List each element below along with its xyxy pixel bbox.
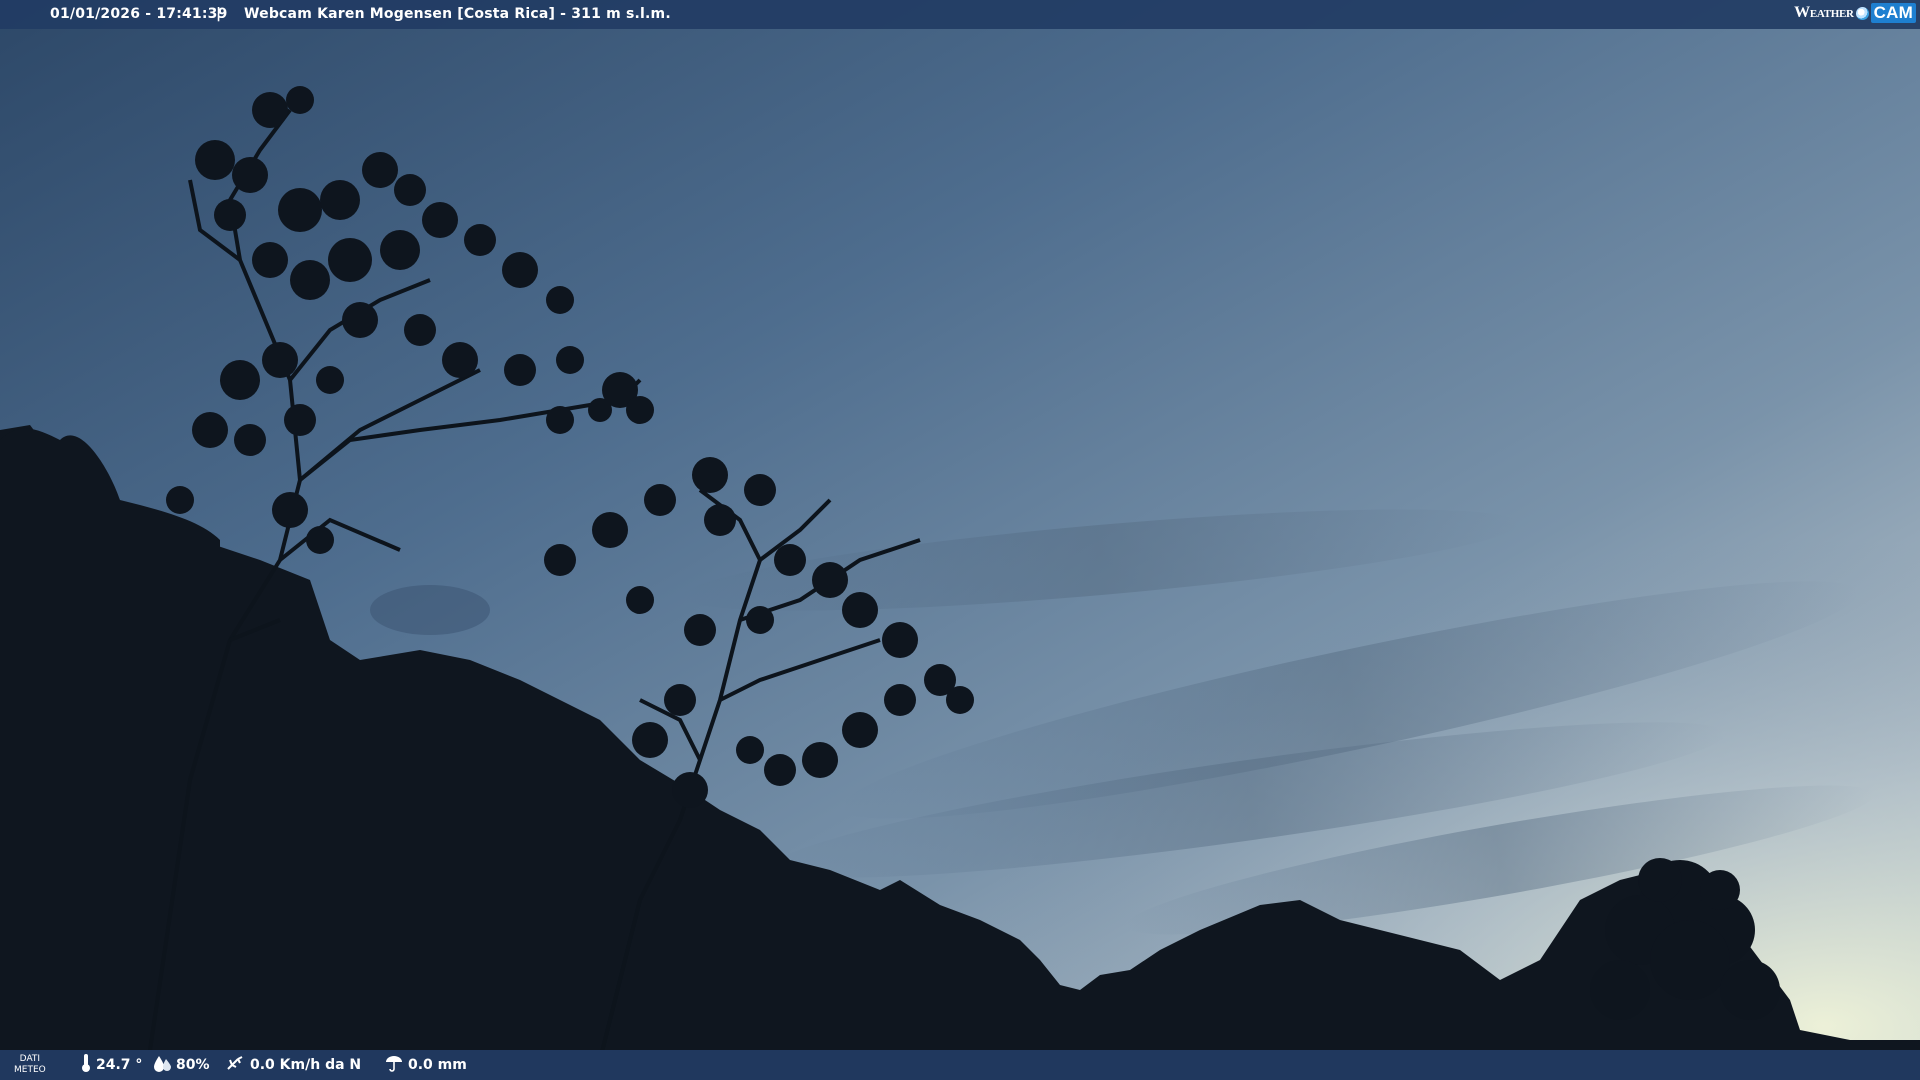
rain-reading: 0.0 mm xyxy=(384,1050,467,1080)
top-info-bar: 01/01/2026 - 17:41:39 | Webcam Karen Mog… xyxy=(0,0,1920,29)
separator: | xyxy=(216,6,222,22)
logo-weather-text: Weather xyxy=(1794,4,1854,21)
wind-icon xyxy=(226,1054,250,1076)
timestamp: 01/01/2026 - 17:41:39 xyxy=(50,6,228,22)
wind-value: 0.0 Km/h da N xyxy=(250,1057,362,1073)
weather-data-bar: DATI METEO 24.7 ° 80% 0.0 Km/h da N 0.0 … xyxy=(0,1050,1920,1080)
logo-cam-text: CAM xyxy=(1870,3,1916,23)
logo-dot-icon xyxy=(1855,6,1869,20)
thermometer-icon xyxy=(80,1053,96,1077)
wind-reading: 0.0 Km/h da N xyxy=(226,1050,361,1080)
weathercam-logo[interactable]: Weather CAM xyxy=(1794,3,1916,23)
rain-icon xyxy=(384,1054,408,1076)
dati-meteo-label: DATI METEO xyxy=(14,1054,46,1075)
temperature-reading: 24.7 ° xyxy=(80,1050,142,1080)
rain-value: 0.0 mm xyxy=(408,1057,467,1073)
humidity-reading: 80% xyxy=(152,1050,210,1080)
humidity-value: 80% xyxy=(176,1057,210,1073)
webcam-image xyxy=(0,0,1920,1080)
webcam-title: Webcam Karen Mogensen [Costa Rica] - 311… xyxy=(244,6,671,22)
temperature-value: 24.7 ° xyxy=(96,1057,143,1073)
humidity-drop-icon xyxy=(152,1054,176,1076)
webcam-view: 01/01/2026 - 17:41:39 | Webcam Karen Mog… xyxy=(0,0,1920,1080)
